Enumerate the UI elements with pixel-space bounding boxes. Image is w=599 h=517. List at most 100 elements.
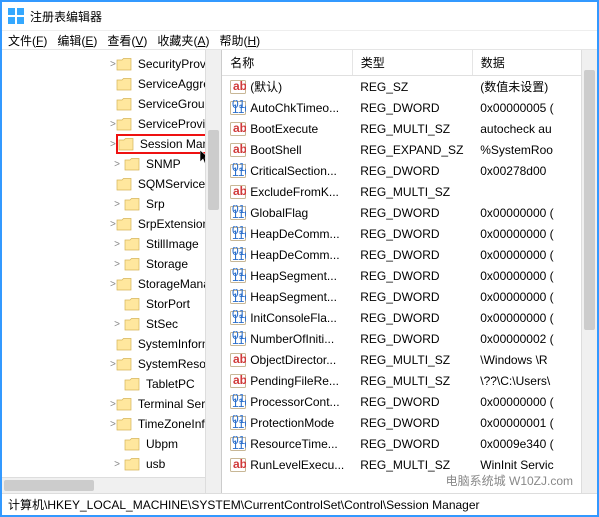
value-data: 0x00000000 ( [472,202,597,223]
folder-icon [116,77,132,91]
reg-sz-icon [230,457,246,473]
value-data: \??\C:\Users\ [472,370,597,391]
table-row[interactable]: (默认)REG_SZ(数值未设置) [222,76,597,98]
table-row[interactable]: CriticalSection...REG_DWORD0x00278d00 [222,160,597,181]
tree-node[interactable]: >TabletPC [2,374,221,394]
caret-icon[interactable]: > [110,459,124,470]
reg-sz-icon [230,373,246,389]
tree-node[interactable]: >SecurityProviders [2,54,221,74]
caret-icon[interactable]: > [110,159,124,170]
tree-node[interactable]: >TimeZoneInformati [2,414,221,434]
value-type: REG_SZ [352,76,472,98]
list-vscroll[interactable] [581,50,597,493]
titlebar: 注册表编辑器 [2,2,597,30]
menu-edit[interactable]: 编辑(E) [53,30,101,51]
table-row[interactable]: GlobalFlagREG_DWORD0x00000000 ( [222,202,597,223]
col-name[interactable]: 名称 [222,50,352,76]
tree-node[interactable]: >Storage [2,254,221,274]
folder-icon [116,337,132,351]
value-name: HeapDeComm... [250,227,339,241]
status-path: 计算机\HKEY_LOCAL_MACHINE\SYSTEM\CurrentCon… [8,496,480,513]
table-row[interactable]: HeapDeComm...REG_DWORD0x00000000 ( [222,244,597,265]
tree-node[interactable]: >Terminal Server [2,394,221,414]
table-row[interactable]: AutoChkTimeo...REG_DWORD0x00000005 ( [222,97,597,118]
tree-node[interactable]: >SrpExtensionConfig [2,214,221,234]
tree-node[interactable]: >Session Manager [2,134,221,154]
caret-icon[interactable]: > [110,199,124,210]
tree-node[interactable]: > StillImage [2,234,221,254]
tree-pane: >SecurityProviders>ServiceAggregated>Ser… [2,50,222,493]
tree-node[interactable]: >StSec [2,314,221,334]
value-data: 0x00000000 ( [472,244,597,265]
caret-icon[interactable]: > [110,319,124,330]
value-type: REG_EXPAND_SZ [352,139,472,160]
values-table: 名称 类型 数据 (默认)REG_SZ(数值未设置)AutoChkTimeo..… [222,50,597,475]
value-data: 0x00000001 ( [472,412,597,433]
table-row[interactable]: HeapSegment...REG_DWORD0x00000000 ( [222,286,597,307]
value-type: REG_DWORD [352,412,472,433]
tree-node[interactable]: >SystemInformation [2,334,221,354]
table-row[interactable]: HeapDeComm...REG_DWORD0x00000000 ( [222,223,597,244]
table-row[interactable]: BootExecuteREG_MULTI_SZautocheck au [222,118,597,139]
reg-sz-icon [230,121,246,137]
value-data: 0x00000000 ( [472,223,597,244]
key-tree[interactable]: >SecurityProviders>ServiceAggregated>Ser… [2,54,221,474]
tree-node[interactable]: >ServiceGroupOrder [2,94,221,114]
table-row[interactable]: NumberOfIniti...REG_DWORD0x00000002 ( [222,328,597,349]
table-row[interactable]: ResourceTime...REG_DWORD0x0009e340 ( [222,433,597,454]
col-type[interactable]: 类型 [352,50,472,76]
value-type: REG_MULTI_SZ [352,349,472,370]
tree-node[interactable]: >SystemResources [2,354,221,374]
table-row[interactable]: HeapSegment...REG_DWORD0x00000000 ( [222,265,597,286]
tree-vscroll[interactable] [205,50,221,493]
table-row[interactable]: ProtectionModeREG_DWORD0x00000001 ( [222,412,597,433]
folder-icon [116,357,132,371]
value-data: 0x00000002 ( [472,328,597,349]
menu-view[interactable]: 查看(V) [103,30,151,51]
value-type: REG_DWORD [352,433,472,454]
tree-node[interactable]: >SNMP [2,154,221,174]
tree-node-label: TabletPC [144,376,197,392]
menubar: 文件(F) 编辑(E) 查看(V) 收藏夹(A) 帮助(H) [2,30,597,50]
col-data[interactable]: 数据 [472,50,597,76]
menu-help[interactable]: 帮助(H) [215,30,264,51]
tree-node[interactable]: >StorPort [2,294,221,314]
tree-node[interactable]: >usb [2,454,221,474]
reg-binary-icon [230,205,246,221]
value-name: ProcessorCont... [250,395,339,409]
tree-hscroll[interactable] [2,477,205,493]
folder-icon [124,157,140,171]
folder-icon [116,417,132,431]
menu-favorites[interactable]: 收藏夹(A) [153,30,213,51]
table-row[interactable]: RunLevelExecu...REG_MULTI_SZWinInit Serv… [222,454,597,475]
tree-node[interactable]: >ServiceAggregated [2,74,221,94]
reg-binary-icon [230,268,246,284]
tree-node[interactable]: > Srp [2,194,221,214]
table-row[interactable]: ExcludeFromK...REG_MULTI_SZ [222,181,597,202]
tree-node-label: Srp [144,196,167,212]
reg-binary-icon [230,100,246,116]
table-row[interactable]: ProcessorCont...REG_DWORD0x00000000 ( [222,391,597,412]
tree-node[interactable]: >StorageManageme [2,274,221,294]
table-row[interactable]: InitConsoleFla...REG_DWORD0x00000000 ( [222,307,597,328]
value-data: 0x00000000 ( [472,286,597,307]
menu-file[interactable]: 文件(F) [4,30,51,51]
tree-node[interactable]: >ServiceProvider [2,114,221,134]
folder-icon [124,317,140,331]
table-row[interactable]: PendingFileRe...REG_MULTI_SZ\??\C:\Users… [222,370,597,391]
tree-node-label: StillImage [144,236,201,252]
folder-icon [116,217,132,231]
table-row[interactable]: ObjectDirector...REG_MULTI_SZ\Windows \R [222,349,597,370]
caret-icon[interactable]: > [110,239,124,250]
folder-icon [124,197,140,211]
caret-icon[interactable]: > [110,259,124,270]
value-type: REG_DWORD [352,160,472,181]
tree-node[interactable]: >Ubpm [2,434,221,454]
reg-binary-icon [230,394,246,410]
value-name: ResourceTime... [250,437,338,451]
value-type: REG_DWORD [352,265,472,286]
folder-icon [116,397,132,411]
folder-icon [118,137,134,151]
table-row[interactable]: BootShellREG_EXPAND_SZ%SystemRoo [222,139,597,160]
tree-node[interactable]: >SQMServiceList [2,174,221,194]
